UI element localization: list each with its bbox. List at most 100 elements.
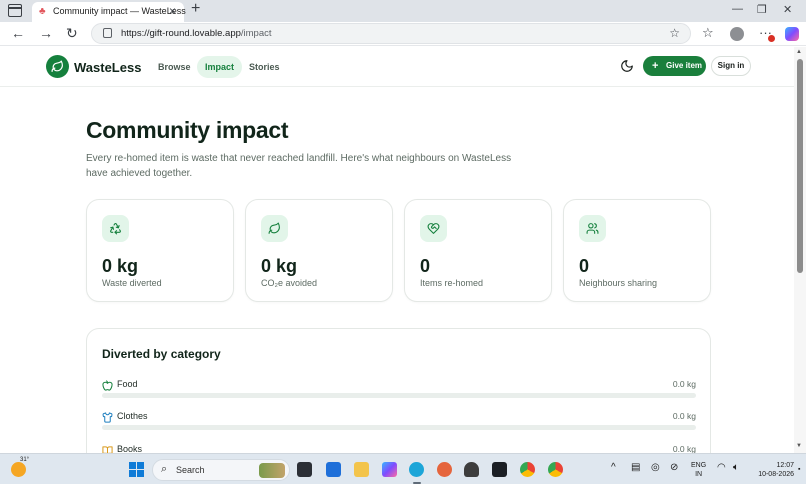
tab-actions-icon[interactable] [8, 4, 22, 17]
reload-icon[interactable]: ↻ [66, 25, 78, 41]
weather-temperature: 31° [20, 457, 30, 463]
penguin-app-icon[interactable] [464, 462, 479, 477]
stat-value: 0 [420, 256, 431, 276]
brand-logo-icon[interactable] [46, 55, 69, 78]
taskbar-search[interactable]: ⌕ Search [152, 459, 290, 481]
site-info-icon[interactable] [103, 28, 112, 38]
copilot-app-icon[interactable] [382, 462, 397, 477]
theme-toggle-moon-icon[interactable] [620, 59, 634, 73]
os-taskbar: 31° ⌕ Search ^ ▤ ◎ ⊘ ENG IN ◠ 🔈︎ 12:07 1… [0, 453, 806, 484]
app-header: WasteLess Browse Impact Stories + Give i… [0, 47, 794, 87]
stat-value: 0 kg [102, 256, 139, 276]
stat-label: Waste diverted [102, 278, 162, 288]
chrome-profile-icon[interactable] [548, 462, 563, 477]
tray-network-icon[interactable]: ⊘ [670, 462, 678, 473]
users-icon [579, 215, 606, 242]
plus-icon: + [652, 60, 659, 72]
site-favicon-icon: ♣ [39, 6, 46, 17]
page-subtitle: Every re-homed item is waste that never … [86, 153, 512, 179]
stat-label: Neighbours sharing [579, 278, 658, 288]
nav-browse[interactable]: Browse [150, 56, 199, 78]
notification-bell-icon[interactable]: ▪ [798, 466, 800, 473]
taskbar-search-label: Search [176, 465, 205, 475]
category-panel-title: Diverted by category [102, 347, 221, 361]
stat-card-items-rehomed: 0 Items re-homed [404, 199, 552, 302]
stat-label: Items re-homed [420, 278, 484, 288]
new-tab-icon[interactable]: + [191, 0, 200, 18]
file-explorer-icon[interactable] [354, 462, 369, 477]
address-bar[interactable]: https://gift-round.lovable.app/impact ☆ [91, 23, 691, 44]
shirt-icon [102, 410, 113, 423]
tray-overflow-icon[interactable]: ^ [611, 462, 616, 473]
notification-badge [768, 35, 775, 42]
weather-sun-icon[interactable] [11, 462, 26, 477]
category-row-clothes: Clothes 0.0 kg [102, 410, 696, 434]
clock-date: 10-08-2026 [758, 471, 794, 478]
search-highlight-image [259, 463, 285, 478]
scroll-up-icon[interactable]: ▲ [796, 49, 802, 55]
leaf-icon [261, 215, 288, 242]
app-starburst-icon[interactable] [437, 462, 452, 477]
browser-toolbar: ← → ↻ https://gift-round.lovable.app/imp… [0, 22, 806, 46]
tray-sync-icon[interactable]: ◎ [651, 462, 660, 473]
address-url: https://gift-round.lovable.app/impact [121, 28, 272, 39]
give-item-button[interactable]: + Give item [643, 56, 706, 76]
chrome-icon[interactable] [520, 462, 535, 477]
brand-name[interactable]: WasteLess [74, 60, 141, 75]
category-value: 0.0 kg [672, 411, 696, 421]
category-value: 0.0 kg [672, 379, 696, 389]
browser-tab-active[interactable]: ♣ Community impact — WasteLess × [32, 2, 186, 22]
region-code: IN [695, 471, 703, 478]
category-name: Clothes [117, 411, 148, 421]
sign-in-button[interactable]: Sign in [711, 56, 751, 76]
category-progress-bar [102, 425, 696, 430]
nav-stories[interactable]: Stories [241, 56, 288, 78]
language-code: ENG [691, 462, 707, 469]
favorites-icon[interactable]: ☆ [702, 25, 714, 41]
page-title: Community impact [86, 117, 289, 143]
minimize-icon[interactable]: — [732, 3, 743, 15]
category-name: Books [117, 444, 143, 453]
tab-title: Community impact — WasteLess [53, 6, 186, 16]
forward-icon[interactable]: → [39, 25, 53, 41]
recycle-icon [102, 215, 129, 242]
clock-time: 12:07 [776, 462, 794, 469]
profile-avatar[interactable] [730, 27, 744, 41]
stat-value: 0 [579, 256, 590, 276]
category-row-books: Books 0.0 kg [102, 443, 696, 453]
scroll-down-icon[interactable]: ▼ [796, 443, 802, 449]
give-item-label: Give item [666, 61, 703, 70]
terminal-icon[interactable] [492, 462, 507, 477]
category-row-food: Food 0.0 kg [102, 378, 696, 402]
tab-close-icon[interactable]: × [169, 4, 176, 18]
stat-card-co2-avoided: 0 kg CO₂e avoided [245, 199, 393, 302]
tray-volume-icon[interactable]: 🔈︎ [733, 462, 739, 473]
stat-card-neighbours-sharing: 0 Neighbours sharing [563, 199, 711, 302]
stat-card-waste-diverted: 0 kg Waste diverted [86, 199, 234, 302]
windows-start-icon[interactable] [129, 462, 144, 477]
category-panel: Diverted by category Food 0.0 kg Clothes… [86, 328, 711, 453]
apple-icon [102, 378, 113, 391]
store-icon[interactable] [326, 462, 341, 477]
copilot-icon[interactable] [785, 27, 799, 41]
stat-label: CO₂e avoided [261, 278, 318, 288]
edge-browser-icon[interactable] [409, 462, 424, 477]
tray-wifi-icon[interactable]: ◠ [717, 462, 726, 473]
stat-value: 0 kg [261, 256, 298, 276]
task-view-icon[interactable] [297, 462, 312, 477]
browser-tab-strip: ♣ Community impact — WasteLess × + — ❐ ✕ [0, 0, 806, 22]
nav-impact[interactable]: Impact [197, 56, 243, 78]
favorite-star-icon[interactable]: ☆ [669, 26, 680, 40]
window-close-icon[interactable]: ✕ [783, 3, 792, 16]
scroll-thumb[interactable] [797, 59, 803, 273]
tray-app-icon[interactable]: ▤ [631, 462, 640, 473]
back-icon[interactable]: ← [11, 25, 25, 41]
category-name: Food [117, 379, 138, 389]
page-viewport: WasteLess Browse Impact Stories + Give i… [0, 47, 794, 453]
category-progress-bar [102, 393, 696, 398]
search-icon: ⌕ [161, 463, 168, 475]
language-indicator[interactable]: ENG IN [691, 461, 706, 479]
page-scrollbar[interactable]: ▲ ▼ [794, 47, 806, 453]
system-clock[interactable]: 12:07 10-08-2026 [754, 461, 794, 479]
maximize-icon[interactable]: ❐ [757, 3, 767, 16]
